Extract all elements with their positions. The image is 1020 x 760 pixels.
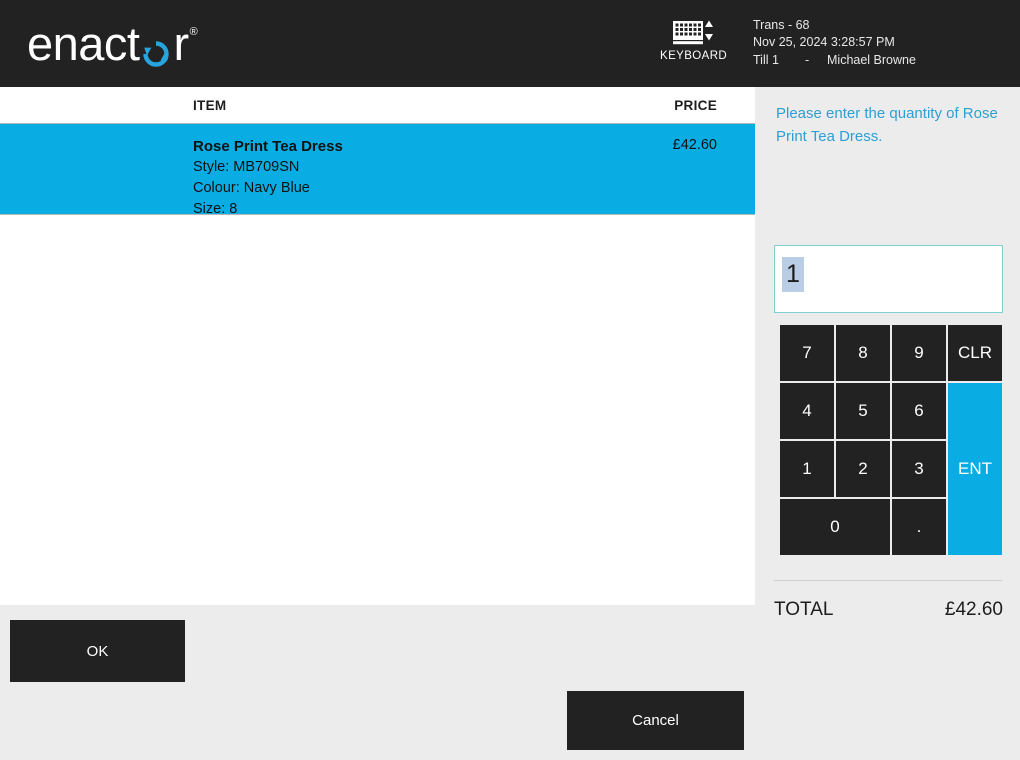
prompt-message: Please enter the quantity of Rose Print … bbox=[776, 105, 998, 145]
basket-column-headers: ITEM PRICE bbox=[0, 87, 755, 123]
logo-text-after: r bbox=[173, 17, 189, 70]
total-divider bbox=[774, 580, 1002, 581]
keyboard-icon bbox=[660, 16, 726, 46]
operator-name: Michael Browne bbox=[827, 53, 916, 67]
cancel-button[interactable]: Cancel bbox=[567, 691, 744, 750]
ok-button[interactable]: OK bbox=[10, 620, 185, 682]
refresh-circle-o-icon bbox=[140, 31, 172, 67]
key-5[interactable]: 5 bbox=[836, 383, 890, 439]
key-0[interactable]: 0 bbox=[780, 499, 890, 555]
key-2[interactable]: 2 bbox=[836, 441, 890, 497]
column-header-price: PRICE bbox=[674, 98, 717, 113]
till-operator-separator: - bbox=[805, 53, 810, 67]
basket-row-selected[interactable]: Rose Print Tea Dress Style: MB709SN Colo… bbox=[0, 123, 755, 217]
item-colour: Colour: Navy Blue bbox=[193, 180, 310, 196]
transaction-number: Trans - 68 bbox=[753, 18, 810, 32]
quantity-input-value: 1 bbox=[782, 257, 804, 292]
enactor-logo: enact r ® bbox=[27, 17, 198, 70]
total-row: TOTAL £42.60 bbox=[774, 599, 1003, 621]
key-9[interactable]: 9 bbox=[892, 325, 946, 381]
total-value: £42.60 bbox=[944, 599, 1003, 620]
quantity-input[interactable]: 1 bbox=[774, 245, 1003, 313]
key-6[interactable]: 6 bbox=[892, 383, 946, 439]
till-operator-line: Till 1 - Michael Browne bbox=[753, 52, 916, 69]
keyboard-label: KEYBOARD bbox=[660, 50, 728, 62]
key-3[interactable]: 3 bbox=[892, 441, 946, 497]
basket-row-description: Rose Print Tea Dress Style: MB709SN Colo… bbox=[193, 136, 343, 220]
key-clear[interactable]: CLR bbox=[948, 325, 1002, 381]
keyboard-button[interactable]: KEYBOARD bbox=[660, 16, 728, 62]
item-style: Style: MB709SN bbox=[193, 159, 300, 175]
key-8[interactable]: 8 bbox=[836, 325, 890, 381]
column-header-item: ITEM bbox=[193, 98, 227, 113]
basket-list-pane: ITEM PRICE Rose Print Tea Dress Style: M… bbox=[0, 87, 755, 605]
key-4[interactable]: 4 bbox=[780, 383, 834, 439]
key-1[interactable]: 1 bbox=[780, 441, 834, 497]
pos-application: enact r ® KEYBOARD Trans - 68 Nov 25, 20… bbox=[0, 0, 1020, 760]
key-enter[interactable]: ENT bbox=[948, 383, 1002, 555]
app-header: enact r ® KEYBOARD Trans - 68 Nov 25, 20… bbox=[0, 0, 1020, 87]
numeric-keypad: 7 8 9 CLR 4 5 6 ENT 1 2 3 0 . bbox=[780, 325, 1006, 555]
logo-text-before: enact bbox=[27, 17, 140, 70]
item-size: Size: 8 bbox=[193, 201, 238, 217]
action-footer: OK Cancel bbox=[0, 605, 755, 760]
till-label: Till 1 bbox=[753, 53, 779, 67]
total-label: TOTAL bbox=[774, 599, 834, 620]
item-price: £42.60 bbox=[672, 137, 717, 153]
transaction-datetime: Nov 25, 2024 3:28:57 PM bbox=[753, 35, 895, 49]
logo-wordmark: enact r ® bbox=[27, 17, 198, 70]
key-decimal-point[interactable]: . bbox=[892, 499, 946, 555]
key-7[interactable]: 7 bbox=[780, 325, 834, 381]
registered-mark: ® bbox=[189, 26, 198, 38]
transaction-info: Trans - 68 Nov 25, 2024 3:28:57 PM Till … bbox=[753, 17, 916, 69]
item-name: Rose Print Tea Dress bbox=[193, 138, 343, 155]
